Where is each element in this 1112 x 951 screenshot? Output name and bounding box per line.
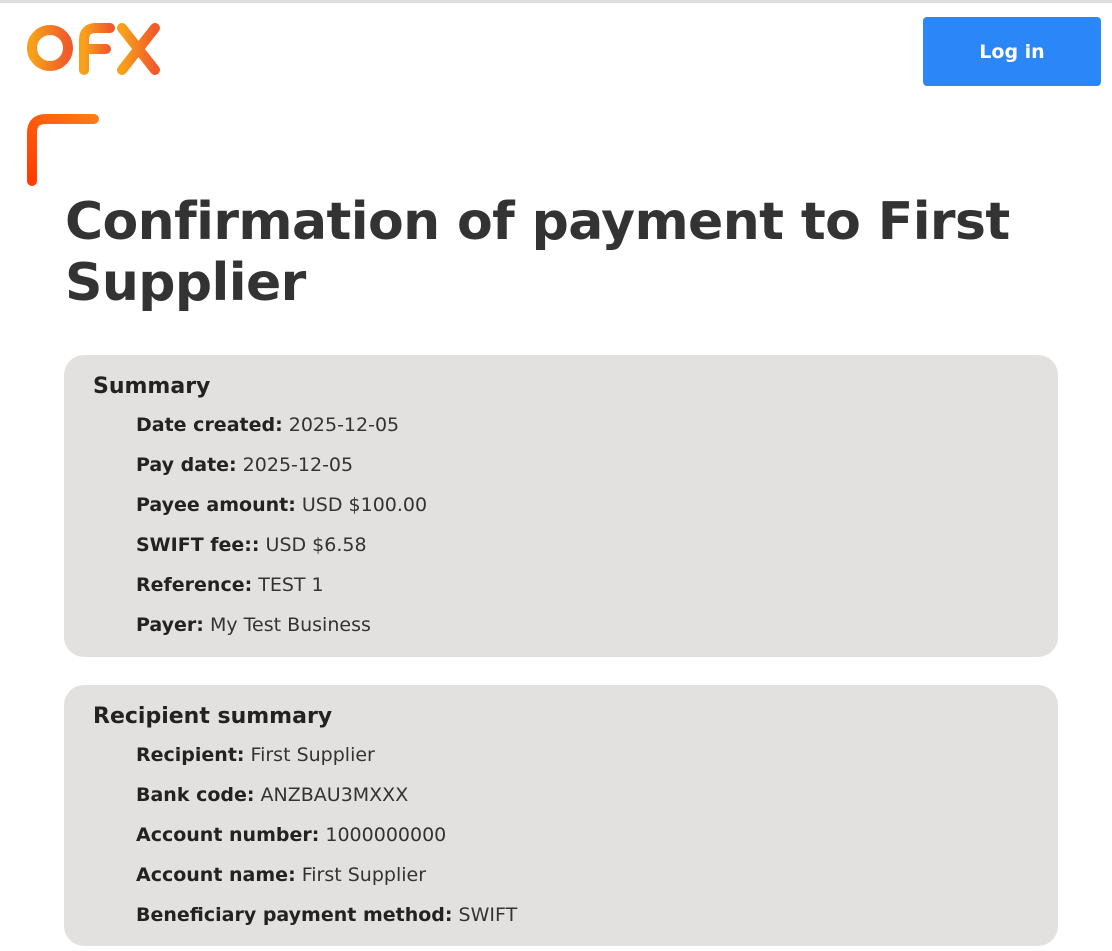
summary-heading: Summary [93, 374, 211, 399]
summary-row-swift-fee: SWIFT fee:: USD $6.58 [136, 525, 1029, 565]
summary-list: Date created: 2025-12-05 Pay date: 2025-… [93, 405, 1029, 645]
row-label: Payee amount: [136, 494, 296, 516]
recipient-row-recipient: Recipient: First Supplier [136, 735, 1029, 775]
row-value: TEST 1 [252, 574, 324, 596]
summary-row-payee-amount: Payee amount: USD $100.00 [136, 485, 1029, 525]
page-title: Confirmation of payment to First Supplie… [65, 192, 1010, 313]
summary-row-pay-date: Pay date: 2025-12-05 [136, 445, 1029, 485]
row-value: ANZBAU3MXXX [254, 784, 409, 806]
row-value: SWIFT [452, 904, 518, 926]
row-label: Account number: [136, 824, 320, 846]
row-label: Beneficiary payment method: [136, 904, 453, 926]
row-value: First Supplier [295, 864, 427, 886]
row-label: Reference: [136, 574, 253, 596]
row-value: My Test Business [203, 614, 371, 636]
row-label: Account name: [136, 864, 296, 886]
top-border [0, 0, 1112, 3]
row-value: USD $6.58 [259, 534, 367, 556]
row-label: Pay date: [136, 454, 237, 476]
recipient-summary-heading: Recipient summary [93, 704, 333, 729]
row-label: Date created: [136, 414, 283, 436]
row-value: 2025-12-05 [282, 414, 400, 436]
row-label: Bank code: [136, 784, 255, 806]
row-value: First Supplier [244, 744, 375, 766]
recipient-row-account-number: Account number: 1000000000 [136, 815, 1029, 855]
row-label: SWIFT fee:: [136, 534, 260, 556]
recipient-summary-card: Recipient summary Recipient: First Suppl… [64, 685, 1058, 946]
row-label: Payer: [136, 614, 204, 636]
login-button[interactable]: Log in [923, 17, 1101, 86]
summary-row-payer: Payer: My Test Business [136, 605, 1029, 645]
row-value: 2025-12-05 [236, 454, 354, 476]
row-value: USD $100.00 [295, 494, 428, 516]
ofx-logo[interactable] [26, 18, 162, 78]
decorative-corner-mark [27, 114, 99, 186]
recipient-row-account-name: Account name: First Supplier [136, 855, 1029, 895]
row-label: Recipient: [136, 744, 245, 766]
recipient-row-bank-code: Bank code: ANZBAU3MXXX [136, 775, 1029, 815]
summary-row-reference: Reference: TEST 1 [136, 565, 1029, 605]
recipient-row-payment-method: Beneficiary payment method: SWIFT [136, 895, 1029, 935]
row-value: 1000000000 [319, 824, 447, 846]
summary-card: Summary Date created: 2025-12-05 Pay dat… [64, 355, 1058, 657]
recipient-list: Recipient: First Supplier Bank code: ANZ… [93, 735, 1029, 935]
summary-row-date-created: Date created: 2025-12-05 [136, 405, 1029, 445]
